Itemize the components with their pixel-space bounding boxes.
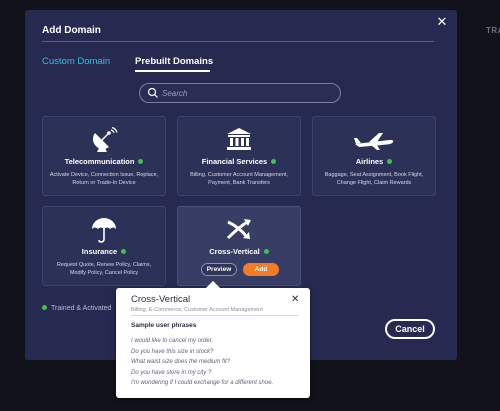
satellite-dish-icon <box>93 127 118 152</box>
card-title-text: Telecommunication <box>64 157 135 166</box>
status-dot-icon <box>121 248 127 254</box>
bank-icon <box>227 128 251 150</box>
tab-custom-domain[interactable]: Custom Domain <box>42 56 110 67</box>
card-title: Insurance <box>43 247 165 256</box>
search-input[interactable] <box>162 86 332 100</box>
list-item: Do you have store in my city ? <box>131 369 212 376</box>
sample-phrases-list: I would like to cancel my order. Do you … <box>131 336 273 389</box>
cancel-button[interactable]: Cancel <box>385 319 435 339</box>
umbrella-icon <box>92 218 116 243</box>
domain-card-airlines[interactable]: Airlines Baggage, Seat Assignment, Book … <box>312 116 436 196</box>
sample-phrases-heading: Sample user phrases <box>131 322 197 329</box>
close-icon[interactable]: ✕ <box>291 295 299 305</box>
preview-popover: Cross-Vertical ✕ Billing, E-Commerce, Cu… <box>116 280 310 398</box>
search-icon <box>147 87 158 98</box>
status-dot-icon <box>42 305 47 310</box>
list-item: Do you have this size in stock? <box>131 348 214 355</box>
active-tab-indicator <box>135 70 210 72</box>
card-description: Billing, Customer Account Management, Pa… <box>190 172 288 186</box>
card-title: Telecommunication <box>43 157 165 166</box>
status-dot-icon <box>263 248 269 254</box>
list-item: What waist size does the medium fit? <box>131 359 231 365</box>
preview-button[interactable]: Preview <box>201 263 237 276</box>
domain-card-telecommunication[interactable]: Telecommunication Activate Device, Conne… <box>42 116 166 196</box>
card-title: Cross-Vertical <box>178 247 300 256</box>
status-dot-icon <box>138 158 144 164</box>
modal-title: Add Domain <box>42 25 101 36</box>
close-icon[interactable]: ✕ <box>436 15 448 28</box>
legend-label: Trained & Activated <box>51 305 112 312</box>
popover-title: Cross-Vertical <box>131 294 191 305</box>
divider <box>42 41 434 42</box>
divider <box>131 315 298 316</box>
add-button[interactable]: Add <box>243 263 279 276</box>
card-title: Financial Services <box>178 157 300 166</box>
domain-card-financial-services[interactable]: Financial Services Billing, Customer Acc… <box>177 116 301 196</box>
list-item: I would like to cancel my order. <box>131 338 214 344</box>
tab-prebuilt-domains[interactable]: Prebuilt Domains <box>135 56 213 67</box>
card-description: Activate Device, Connection Issue, Repla… <box>49 172 159 186</box>
background-tab-label[interactable]: TRA <box>486 26 500 35</box>
domain-card-insurance[interactable]: Insurance Request Quote, Renew Policy, C… <box>42 206 166 286</box>
card-title-text: Financial Services <box>201 157 268 166</box>
airplane-icon <box>354 133 394 150</box>
card-title: Airlines <box>313 157 435 166</box>
card-title-text: Insurance <box>81 247 118 256</box>
card-description: Request Quote, Renew Policy, Claims, Mod… <box>56 262 152 276</box>
popover-subtitle: Billing, E-Commerce, Customer Account Ma… <box>131 307 263 313</box>
card-description: Baggage, Seat Assignment, Book Flight, C… <box>324 172 424 186</box>
status-dot-icon <box>387 158 393 164</box>
domain-card-cross-vertical[interactable]: Cross-Vertical Preview Add <box>177 206 301 286</box>
card-title-text: Airlines <box>355 157 384 166</box>
search-box[interactable] <box>139 83 341 103</box>
legend: Trained & Activated <box>42 305 111 312</box>
status-dot-icon <box>271 158 277 164</box>
crossing-arrows-icon <box>226 219 251 240</box>
card-title-text: Cross-Vertical <box>209 247 260 256</box>
list-item: I'm wondering if I could exchange for a … <box>131 380 274 386</box>
